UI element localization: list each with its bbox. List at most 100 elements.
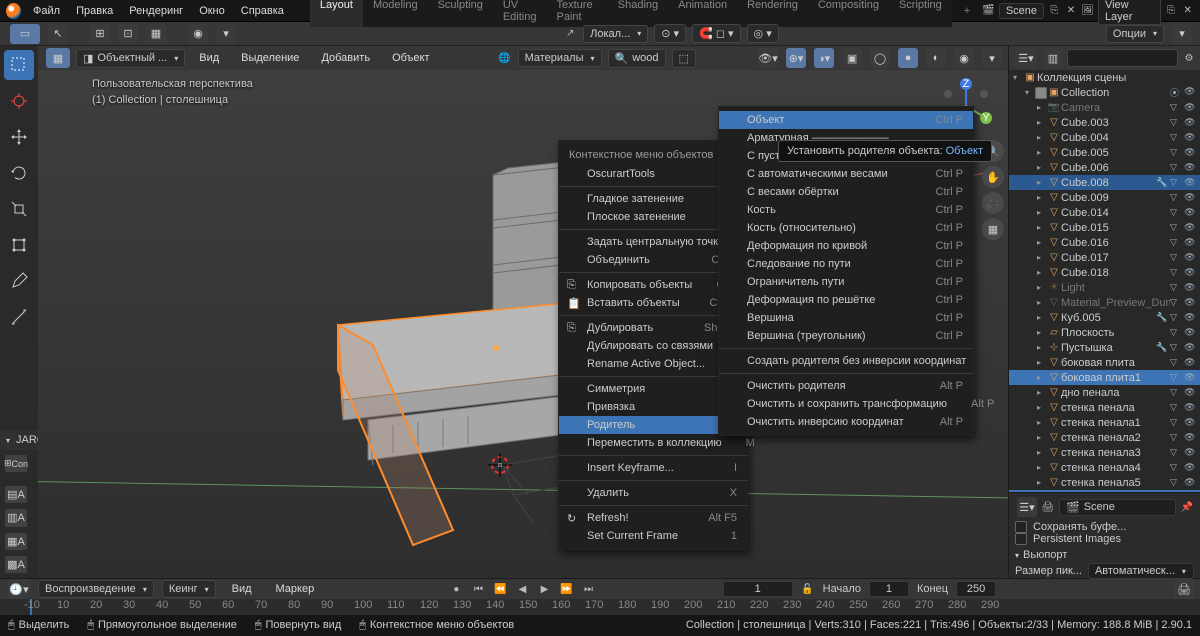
pixel-size-dropdown[interactable]: Автоматическ... [1088,563,1194,579]
viewlayer-del-icon[interactable]: ✕ [1181,4,1194,18]
xray-icon[interactable]: ▣ [842,48,862,68]
select-menu[interactable]: Выделение [233,49,307,67]
proportional-edit[interactable]: ◎ ▾ [747,24,779,43]
origin-icon[interactable]: ◉ [188,24,208,44]
jarch-btn-c[interactable]: ▦A [4,532,28,551]
menu-item[interactable]: Ограничитель путиCtrl P [719,273,973,291]
autokey-icon[interactable]: ● [449,582,463,596]
timeline-marker-menu[interactable]: Маркер [268,580,323,598]
outliner-row[interactable]: ▸▽Cube.004▽👁 [1009,130,1200,145]
outliner-row[interactable]: ▸▱Плоскость▽👁 [1009,325,1200,340]
outliner-row[interactable]: ▸▽стенка пенала3▽👁 [1009,445,1200,460]
workspace-tab-layout[interactable]: Layout [310,0,363,27]
outliner-row[interactable]: ▸▽Cube.017▽👁 [1009,250,1200,265]
viewlayer-new-icon[interactable]: ⎘ [1165,4,1178,18]
jarch-btn-a[interactable]: ▤A [4,485,28,504]
outliner-search-input[interactable] [1067,49,1178,67]
menu-Справка[interactable]: Справка [233,2,292,20]
outliner-row[interactable]: ▸▽стенка пенала2▽👁 [1009,430,1200,445]
timeline-editor-icon[interactable]: 🕘▾ [8,579,30,599]
outliner-row[interactable]: ▸▽боковая плита1▽👁 [1009,370,1200,385]
menu-Рендеринг[interactable]: Рендеринг [121,2,191,20]
props-scene-field[interactable]: 🎬 Scene [1059,499,1176,516]
add-menu[interactable]: Добавить [313,49,378,67]
props-nav-icon[interactable]: 🖨 [1174,579,1194,599]
play-rev-icon[interactable]: ◀ [515,582,529,596]
object-menu[interactable]: Объект [384,49,437,67]
jarch-btn-b[interactable]: ▥A [4,508,28,527]
shade-render-icon[interactable]: ◉ [954,48,974,68]
outliner-root[interactable]: ▾▣Коллекция сцены [1009,70,1200,85]
tool-move[interactable] [4,122,34,152]
options-dropdown[interactable]: Опции [1106,25,1164,43]
viewport-section-label[interactable]: Вьюпорт [1023,549,1067,561]
menu-item[interactable]: ↻Refresh!Alt F5 [559,509,747,527]
timeline-ruler[interactable]: -101020304050607080901001101201301401501… [0,599,1200,615]
outliner-tree[interactable]: ▾▣Коллекция сцены▾▣Collection⦿👁▸📷Camera▽… [1009,70,1200,492]
menu-item[interactable]: Кость (относительно)Ctrl P [719,219,973,237]
nav-persp-icon[interactable]: ▦ [982,218,1004,240]
outliner-row[interactable]: ▸▽стенка пенала5▽👁 [1009,475,1200,490]
tool-measure[interactable] [4,302,34,332]
overlay-toggle-icon[interactable]: ◑▾ [814,48,834,68]
menu-item[interactable]: Деформация по решёткеCtrl P [719,291,973,309]
vis-sel-icon[interactable]: 👁▾ [758,48,778,68]
editor-type-icon[interactable]: ▦ [46,48,70,68]
menu-item[interactable]: Set Current Frame1 [559,527,747,545]
snap-vert-icon[interactable]: ⊡ [118,24,138,44]
tool-select-box[interactable] [4,50,34,80]
jarch-con-button[interactable]: ⊞Con [4,454,28,473]
outliner-editor-icon[interactable]: ☰▾ [1015,48,1037,68]
jump-start-icon[interactable]: ⏮ [471,582,485,596]
tool-scale[interactable] [4,194,34,224]
save-buffers-checkbox[interactable] [1015,521,1027,533]
workspace-tab-modeling[interactable]: Modeling [363,0,428,27]
menu-item[interactable]: Очистить инверсию координатAlt P [719,413,973,431]
menu-item[interactable]: С весами обёрткиCtrl P [719,183,973,201]
outliner-row[interactable]: ▸▽Cube.014▽👁 [1009,205,1200,220]
nav-camera-icon[interactable]: 🎥 [982,192,1004,214]
workspace-tab-uv editing[interactable]: UV Editing [493,0,547,27]
workspace-tab-texture paint[interactable]: Texture Paint [546,0,607,27]
workspace-tab-scripting[interactable]: Scripting [889,0,952,27]
orientation-icon[interactable]: ↗ [563,27,577,41]
search-field[interactable]: 🔍 wood [608,49,666,68]
menu-Файл[interactable]: Файл [25,2,68,20]
menu-Правка[interactable]: Правка [68,2,121,20]
workspace-tab-sculpting[interactable]: Sculpting [428,0,493,27]
outliner-row[interactable]: ▸▽боковая плита▽👁 [1009,355,1200,370]
view-menu[interactable]: Вид [191,49,227,67]
shade-solid-icon[interactable]: ● [898,48,918,68]
overlay-icon[interactable]: ▾ [1172,24,1192,44]
outliner-row[interactable]: ▸⊹Пустышка🔧▽👁 [1009,340,1200,355]
menu-Окно[interactable]: Окно [191,2,233,20]
frame-lock-icon[interactable]: 🔓 [801,582,815,596]
timeline-view-menu[interactable]: Вид [224,580,260,598]
snap-grid-icon[interactable]: ⊞ [90,24,110,44]
keying-dropdown[interactable]: Кеинг [162,580,216,598]
workspace-add-button[interactable]: + [956,1,978,21]
next-key-icon[interactable]: ⏩ [559,582,573,596]
jarch-header[interactable]: ▾JARCH [0,430,38,450]
scene-del-icon[interactable]: ✕ [1065,4,1078,18]
menu-item[interactable]: Вершина (треугольник)Ctrl P [719,327,973,345]
outliner-row[interactable]: ▸▽стенка пенала4▽👁 [1009,460,1200,475]
menu-item[interactable]: Следование по путиCtrl P [719,255,973,273]
workspace-tab-rendering[interactable]: Rendering [737,0,808,27]
outliner-display-icon[interactable]: ▥ [1043,48,1063,68]
start-frame-field[interactable]: 1 [869,581,909,597]
playback-dropdown[interactable]: Воспроизведение [38,580,154,598]
prev-key-icon[interactable]: ⏪ [493,582,507,596]
tool-annotate[interactable] [4,266,34,296]
menu-item[interactable]: С автоматическими весамиCtrl P [719,165,973,183]
outliner-row[interactable]: ▸▽Cube.009▽👁 [1009,190,1200,205]
select-tool-icon[interactable]: ↖ [48,24,68,44]
workspace-tab-shading[interactable]: Shading [608,0,668,27]
props-pin-icon[interactable]: 📌 [1180,500,1194,514]
outliner-row[interactable]: ▸▽Cube.016▽👁 [1009,235,1200,250]
menu-item[interactable]: ОбъектCtrl P [719,111,973,129]
unknown-pill[interactable]: ⬚ [672,49,696,68]
tool-rotate[interactable] [4,158,34,188]
pivot-dropdown[interactable]: ⊙ ▾ [654,24,686,43]
shade-matprev-icon[interactable]: ◐ [926,48,946,68]
